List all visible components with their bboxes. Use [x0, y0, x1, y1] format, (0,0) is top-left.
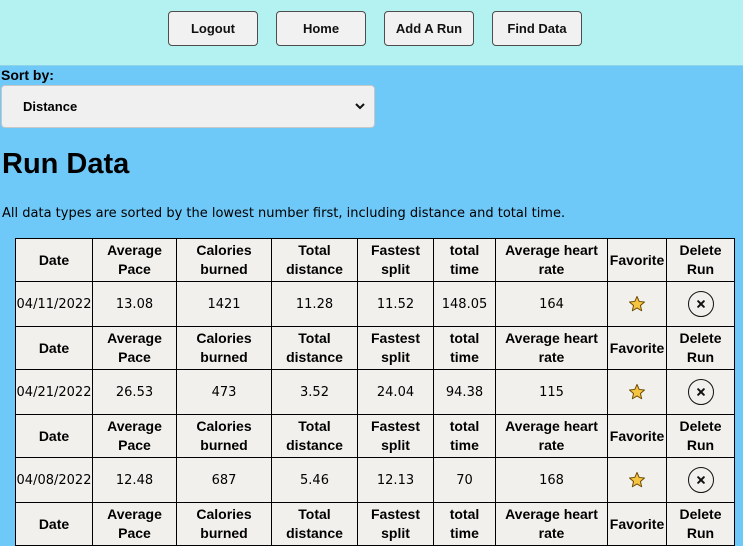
- cell-distance: 5.46: [271, 457, 358, 503]
- column-header-date: Date: [15, 502, 93, 546]
- cell-delete: [666, 281, 735, 327]
- star-icon[interactable]: [628, 295, 646, 313]
- column-header-fastest-split: Fastest split: [357, 414, 434, 458]
- cell-favorite: [607, 281, 667, 327]
- cell-avg-pace: 13.08: [92, 281, 177, 327]
- column-header-delete: Delete Run: [666, 326, 735, 370]
- column-header-date: Date: [15, 238, 93, 282]
- cell-heart-rate: 115: [495, 369, 608, 415]
- cell-date: 04/08/2022: [15, 457, 93, 503]
- column-header-total-time: total time: [433, 326, 496, 370]
- table-row: 04/21/2022 26.53 473 3.52 24.04 94.38 115: [15, 369, 735, 415]
- table-row: 04/08/2022 12.48 687 5.46 12.13 70 168: [15, 457, 735, 503]
- close-circle-icon[interactable]: [687, 291, 714, 317]
- add-run-button[interactable]: Add A Run: [384, 11, 474, 46]
- column-header-total-time: total time: [433, 238, 496, 282]
- cell-total-time: 70: [433, 457, 496, 503]
- run-data-table: Date Average Pace Calories burned Total dis…: [15, 238, 735, 546]
- column-header-fastest-split: Fastest split: [357, 238, 434, 282]
- column-header-delete: Delete Run: [666, 238, 735, 282]
- table-row: 04/11/2022 13.08 1421 11.28 11.52 148.05 164: [15, 281, 735, 327]
- column-header-favorite: Favorite: [607, 326, 667, 370]
- cell-fastest-split: 24.04: [357, 369, 434, 415]
- sort-label: Sort by:: [1, 67, 54, 83]
- cell-fastest-split: 11.52: [357, 281, 434, 327]
- cell-delete: [666, 457, 735, 503]
- column-header-avg-pace: Average Pace: [92, 502, 177, 546]
- cell-avg-pace: 26.53: [92, 369, 177, 415]
- cell-total-time: 148.05: [433, 281, 496, 327]
- column-header-total-time: total time: [433, 414, 496, 458]
- find-data-button[interactable]: Find Data: [492, 11, 582, 46]
- sort-select[interactable]: Distance: [1, 85, 375, 128]
- page-title: Run Data: [2, 148, 130, 180]
- table-header-row: Date Average Pace Calories burned Total dis…: [15, 414, 735, 458]
- column-header-calories: Calories burned: [176, 326, 272, 370]
- column-header-delete: Delete Run: [666, 502, 735, 546]
- column-header-distance: Total distance: [271, 326, 358, 370]
- cell-fastest-split: 12.13: [357, 457, 434, 503]
- column-header-total-time: total time: [433, 502, 496, 546]
- close-circle-icon[interactable]: [687, 467, 714, 493]
- column-header-favorite: Favorite: [607, 238, 667, 282]
- logout-button[interactable]: Logout: [168, 11, 258, 46]
- cell-date: 04/11/2022: [15, 281, 93, 327]
- sort-note: All data types are sorted by the lowest …: [2, 206, 566, 221]
- cell-heart-rate: 168: [495, 457, 608, 503]
- column-header-avg-pace: Average Pace: [92, 238, 177, 282]
- cell-heart-rate: 164: [495, 281, 608, 327]
- column-header-fastest-split: Fastest split: [357, 326, 434, 370]
- column-header-distance: Total distance: [271, 502, 358, 546]
- chevron-down-icon: [355, 103, 365, 110]
- column-header-favorite: Favorite: [607, 502, 667, 546]
- cell-calories: 1421: [176, 281, 272, 327]
- column-header-date: Date: [15, 414, 93, 458]
- column-header-heart-rate: Average heart rate: [495, 238, 608, 282]
- column-header-calories: Calories burned: [176, 238, 272, 282]
- home-button[interactable]: Home: [276, 11, 366, 46]
- top-nav-bar: Logout Home Add A Run Find Data: [0, 0, 743, 66]
- cell-avg-pace: 12.48: [92, 457, 177, 503]
- column-header-date: Date: [15, 326, 93, 370]
- column-header-calories: Calories burned: [176, 414, 272, 458]
- column-header-distance: Total distance: [271, 238, 358, 282]
- table-header-row: Date Average Pace Calories burned Total dis…: [15, 502, 735, 546]
- cell-date: 04/21/2022: [15, 369, 93, 415]
- cell-distance: 11.28: [271, 281, 358, 327]
- close-circle-icon[interactable]: [687, 379, 714, 405]
- cell-calories: 687: [176, 457, 272, 503]
- cell-favorite: [607, 369, 667, 415]
- column-header-heart-rate: Average heart rate: [495, 502, 608, 546]
- sort-selected-value: Distance: [23, 99, 78, 114]
- column-header-heart-rate: Average heart rate: [495, 326, 608, 370]
- column-header-delete: Delete Run: [666, 414, 735, 458]
- star-icon[interactable]: [628, 383, 646, 401]
- column-header-distance: Total distance: [271, 414, 358, 458]
- cell-calories: 473: [176, 369, 272, 415]
- table-header-row: Date Average Pace Calories burned Total dis…: [15, 238, 735, 282]
- cell-delete: [666, 369, 735, 415]
- cell-distance: 3.52: [271, 369, 358, 415]
- cell-total-time: 94.38: [433, 369, 496, 415]
- column-header-avg-pace: Average Pace: [92, 326, 177, 370]
- star-icon[interactable]: [628, 471, 646, 489]
- table-header-row: Date Average Pace Calories burned Total dis…: [15, 326, 735, 370]
- column-header-favorite: Favorite: [607, 414, 667, 458]
- column-header-calories: Calories burned: [176, 502, 272, 546]
- column-header-avg-pace: Average Pace: [92, 414, 177, 458]
- column-header-fastest-split: Fastest split: [357, 502, 434, 546]
- cell-favorite: [607, 457, 667, 503]
- column-header-heart-rate: Average heart rate: [495, 414, 608, 458]
